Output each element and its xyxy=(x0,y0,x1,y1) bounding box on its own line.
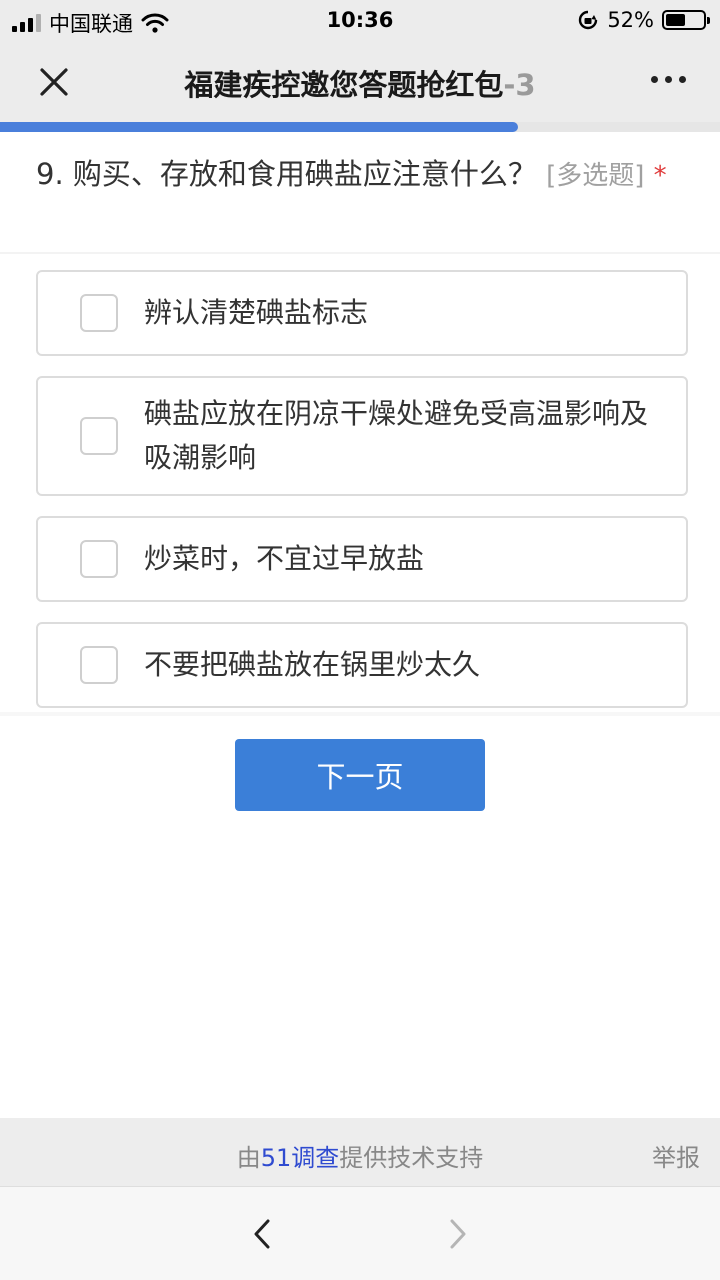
option-1[interactable]: 辨认清楚碘盐标志 xyxy=(36,270,688,356)
option-2[interactable]: 碘盐应放在阴凉干燥处避免受高温影响及吸潮影响 xyxy=(36,376,688,496)
tech-support-credit: 由51调查提供技术支持 xyxy=(0,1138,720,1173)
page-title: 福建疾控邀您答题抢红包-3 xyxy=(110,62,610,104)
options-list: 辨认清楚碘盐标志 碘盐应放在阴凉干燥处避免受高温影响及吸潮影响 炒菜时，不宜过早… xyxy=(36,270,688,728)
close-icon[interactable] xyxy=(30,58,78,106)
option-4[interactable]: 不要把碘盐放在锅里炒太久 xyxy=(36,622,688,708)
option-3[interactable]: 炒菜时，不宜过早放盐 xyxy=(36,516,688,602)
progress-bar xyxy=(0,122,720,132)
question-text: 9. 购买、存放和食用碘盐应注意什么？ xyxy=(36,157,537,191)
back-icon[interactable] xyxy=(246,1217,280,1251)
option-label: 碘盐应放在阴凉干燥处避免受高温影响及吸潮影响 xyxy=(144,397,649,474)
rotation-lock-icon xyxy=(579,10,598,30)
page-title-text: 福建疾控邀您答题抢红包 xyxy=(184,68,504,102)
credit-suffix: 提供技术支持 xyxy=(339,1144,484,1172)
credit-prefix: 由 xyxy=(236,1144,261,1172)
status-bar: 中国联通 10:36 52% xyxy=(0,0,720,40)
battery-percent: 52% xyxy=(607,8,654,32)
section-divider xyxy=(0,712,720,716)
required-mark: * xyxy=(653,161,667,191)
report-link[interactable]: 举报 xyxy=(652,1138,700,1173)
option-label: 不要把碘盐放在锅里炒太久 xyxy=(144,648,481,681)
browser-toolbar xyxy=(0,1186,720,1280)
option-label: 辨认清楚碘盐标志 xyxy=(144,296,369,329)
divider xyxy=(0,252,720,254)
next-page-button[interactable]: 下一页 xyxy=(235,739,485,811)
question-type-tag: [多选题] xyxy=(546,161,645,191)
checkbox[interactable] xyxy=(80,646,118,684)
battery-icon xyxy=(662,10,710,30)
checkbox[interactable] xyxy=(80,417,118,455)
option-label: 炒菜时，不宜过早放盐 xyxy=(144,542,425,575)
checkbox[interactable] xyxy=(80,294,118,332)
progress-fill xyxy=(0,122,519,132)
question-title: 9. 购买、存放和食用碘盐应注意什么？ [多选题] * xyxy=(0,140,720,198)
nav-bar: 福建疾控邀您答题抢红包-3 xyxy=(0,40,720,122)
battery-fill xyxy=(666,14,685,26)
page-title-suffix: -3 xyxy=(503,68,536,102)
forward-icon[interactable] xyxy=(440,1217,474,1251)
status-right: 52% xyxy=(577,8,710,32)
more-icon[interactable] xyxy=(651,76,686,83)
checkbox[interactable] xyxy=(80,540,118,578)
footer: 由51调查提供技术支持 举报 xyxy=(0,1118,720,1186)
brand-link[interactable]: 51调查 xyxy=(261,1144,340,1172)
